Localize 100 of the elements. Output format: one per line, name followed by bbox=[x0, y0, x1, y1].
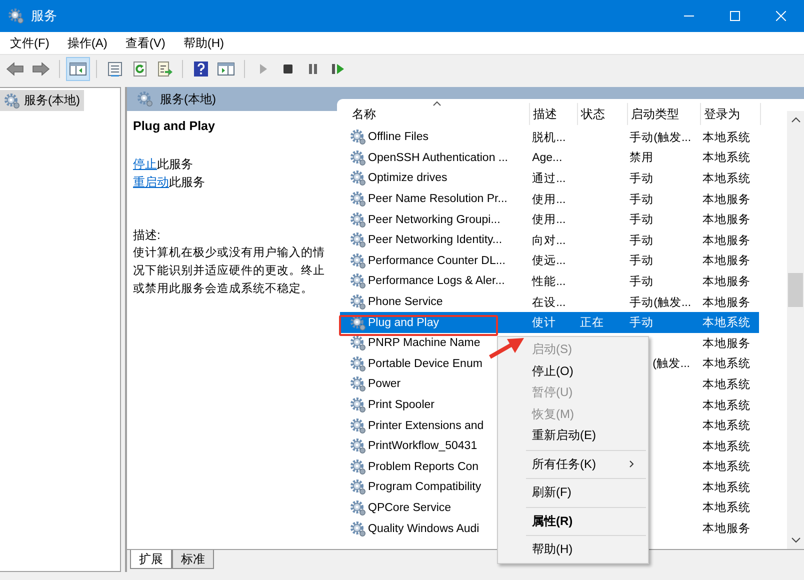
menu-item[interactable]: 帮助(H) bbox=[183, 34, 224, 52]
table-cell-text: 本地服务 bbox=[702, 296, 750, 310]
gear-icon bbox=[350, 232, 366, 248]
table-cell[interactable]: OpenSSH Authentication ... bbox=[368, 152, 508, 164]
table-cell[interactable]: Print Spooler bbox=[368, 399, 434, 412]
table-cell[interactable]: Phone Service bbox=[368, 296, 443, 308]
table-cell[interactable]: Program Compatibility bbox=[368, 481, 482, 494]
context-menu-item[interactable]: 停止(O) bbox=[498, 360, 648, 382]
gear-icon bbox=[350, 273, 366, 290]
table-cell[interactable]: Printer Extensions and bbox=[368, 420, 484, 432]
gear-icon bbox=[4, 92, 20, 108]
action-line: 重启动此服务 bbox=[133, 174, 206, 191]
table-cell[interactable]: Performance Logs & Aler... bbox=[368, 275, 505, 288]
action-link[interactable]: 停止 bbox=[133, 157, 157, 171]
gear-icon bbox=[350, 376, 366, 392]
table-cell[interactable]: Performance Counter DL... bbox=[368, 254, 506, 267]
column-header[interactable]: 启动类型 bbox=[628, 103, 701, 125]
gear-icon bbox=[350, 418, 366, 434]
close-icon[interactable] bbox=[776, 11, 786, 21]
table-cell-text: 本地系统 bbox=[702, 398, 750, 413]
gear-icon bbox=[350, 212, 366, 228]
table-cell: 手动 bbox=[630, 253, 654, 268]
gear-icon bbox=[137, 91, 153, 107]
arrow-annotation bbox=[489, 338, 524, 359]
action-pane-icon bbox=[217, 61, 235, 77]
scroll-up-icon[interactable] bbox=[790, 117, 800, 123]
gear-icon bbox=[350, 150, 366, 166]
menu-item[interactable]: 文件(F) bbox=[10, 34, 50, 52]
table-cell: 本地系统 bbox=[702, 459, 750, 474]
service-title: Plug and Play bbox=[133, 119, 216, 133]
gear-icon bbox=[350, 335, 366, 352]
table-cell[interactable]: QPCore Service bbox=[368, 502, 452, 514]
table-cell-text: 手动(触发... bbox=[630, 130, 692, 145]
table-cell[interactable]: Peer Networking Groupi... bbox=[368, 214, 500, 226]
table-cell-text: 本地服务 bbox=[702, 192, 750, 207]
table-cell[interactable]: PrintWorkflow_50431 bbox=[368, 440, 478, 452]
toolbar-button[interactable] bbox=[66, 57, 90, 81]
action-line: 停止此服务 bbox=[133, 156, 194, 173]
app-icon bbox=[8, 8, 24, 24]
resume-icon bbox=[330, 62, 344, 76]
table-cell-text: 本地系统 bbox=[702, 439, 750, 454]
properties-icon bbox=[106, 61, 122, 77]
menu-item[interactable]: 查看(V) bbox=[125, 34, 166, 52]
table-cell[interactable]: Power bbox=[368, 378, 401, 390]
table-cell-text: 手动(触发... bbox=[630, 295, 692, 310]
table-cell[interactable]: Quality Windows Audi bbox=[368, 522, 480, 535]
gear-icon bbox=[350, 294, 366, 310]
table-cell-text: (触发... bbox=[652, 356, 690, 372]
table-cell-text: 禁用 bbox=[630, 150, 654, 166]
table-cell: 本地系统 bbox=[702, 418, 750, 434]
table-cell[interactable]: Offline Files bbox=[368, 131, 429, 144]
view-tab[interactable]: 扩展 bbox=[130, 550, 172, 569]
context-menu-item[interactable]: 刷新(F) bbox=[498, 482, 648, 504]
gear-icon bbox=[350, 458, 366, 475]
table-cell: 手动 bbox=[630, 212, 654, 228]
column-header[interactable]: 描述 bbox=[530, 103, 578, 125]
gear-icon bbox=[350, 314, 366, 331]
table-cell-text: 本地服务 bbox=[702, 234, 750, 248]
table-cell: 手动 bbox=[630, 315, 654, 330]
sort-caret-icon bbox=[433, 101, 441, 106]
table-cell: 本地系统 bbox=[702, 315, 750, 330]
table-cell[interactable]: Problem Reports Con bbox=[368, 460, 479, 473]
scrollbar[interactable] bbox=[787, 111, 804, 549]
maximize-icon[interactable] bbox=[730, 11, 740, 21]
gear-icon bbox=[350, 356, 366, 372]
context-menu-item[interactable]: 重新启动(E) bbox=[498, 425, 648, 446]
table-cell-text: 手动 bbox=[630, 233, 654, 248]
table-cell-text: 本地服务 bbox=[702, 212, 750, 228]
table-cell-text: 脱机... bbox=[532, 130, 566, 145]
context-menu-item[interactable]: 帮助(H) bbox=[498, 539, 648, 560]
table-cell-text: 使远... bbox=[532, 254, 566, 268]
table-cell-text: 正在 bbox=[580, 316, 604, 330]
table-cell-text: 本地系统 bbox=[702, 171, 750, 186]
table-cell: Age... bbox=[532, 152, 562, 164]
table-cell[interactable]: Peer Name Resolution Pr... bbox=[368, 193, 508, 206]
scroll-down-icon[interactable] bbox=[790, 537, 800, 543]
table-cell[interactable]: Portable Device Enum bbox=[368, 358, 482, 370]
panel-title: 服务(本地) bbox=[160, 90, 216, 108]
scrollbar-thumb[interactable] bbox=[788, 273, 803, 307]
table-cell-text: 本地系统 bbox=[702, 377, 750, 392]
column-header[interactable]: 名称 bbox=[349, 103, 530, 125]
table-cell[interactable]: PNRP Machine Name bbox=[368, 337, 480, 350]
table-cell[interactable]: Plug and Play bbox=[368, 316, 439, 329]
gear-icon bbox=[350, 397, 366, 414]
stop-icon bbox=[282, 62, 294, 76]
tree-item[interactable]: 服务(本地) bbox=[0, 90, 84, 111]
menu-item[interactable]: 操作(A) bbox=[67, 34, 108, 52]
refresh-icon bbox=[132, 61, 148, 77]
gear-icon bbox=[350, 500, 366, 516]
context-menu-item[interactable]: 所有任务(K) bbox=[498, 454, 648, 475]
table-cell-text: 本地服务 bbox=[702, 522, 750, 536]
column-header[interactable]: 登录为 bbox=[701, 103, 761, 125]
table-cell[interactable]: Optimize drives bbox=[368, 172, 448, 184]
table-cell-text: 本地系统 bbox=[702, 480, 750, 495]
view-tab[interactable]: 标准 bbox=[172, 550, 214, 569]
table-cell-text: 通过... bbox=[532, 172, 566, 186]
column-header[interactable]: 状态 bbox=[578, 103, 628, 125]
action-link[interactable]: 重启动 bbox=[133, 175, 169, 189]
context-menu-item[interactable]: 属性(R) bbox=[498, 510, 648, 532]
table-cell[interactable]: Peer Networking Identity... bbox=[368, 234, 502, 246]
